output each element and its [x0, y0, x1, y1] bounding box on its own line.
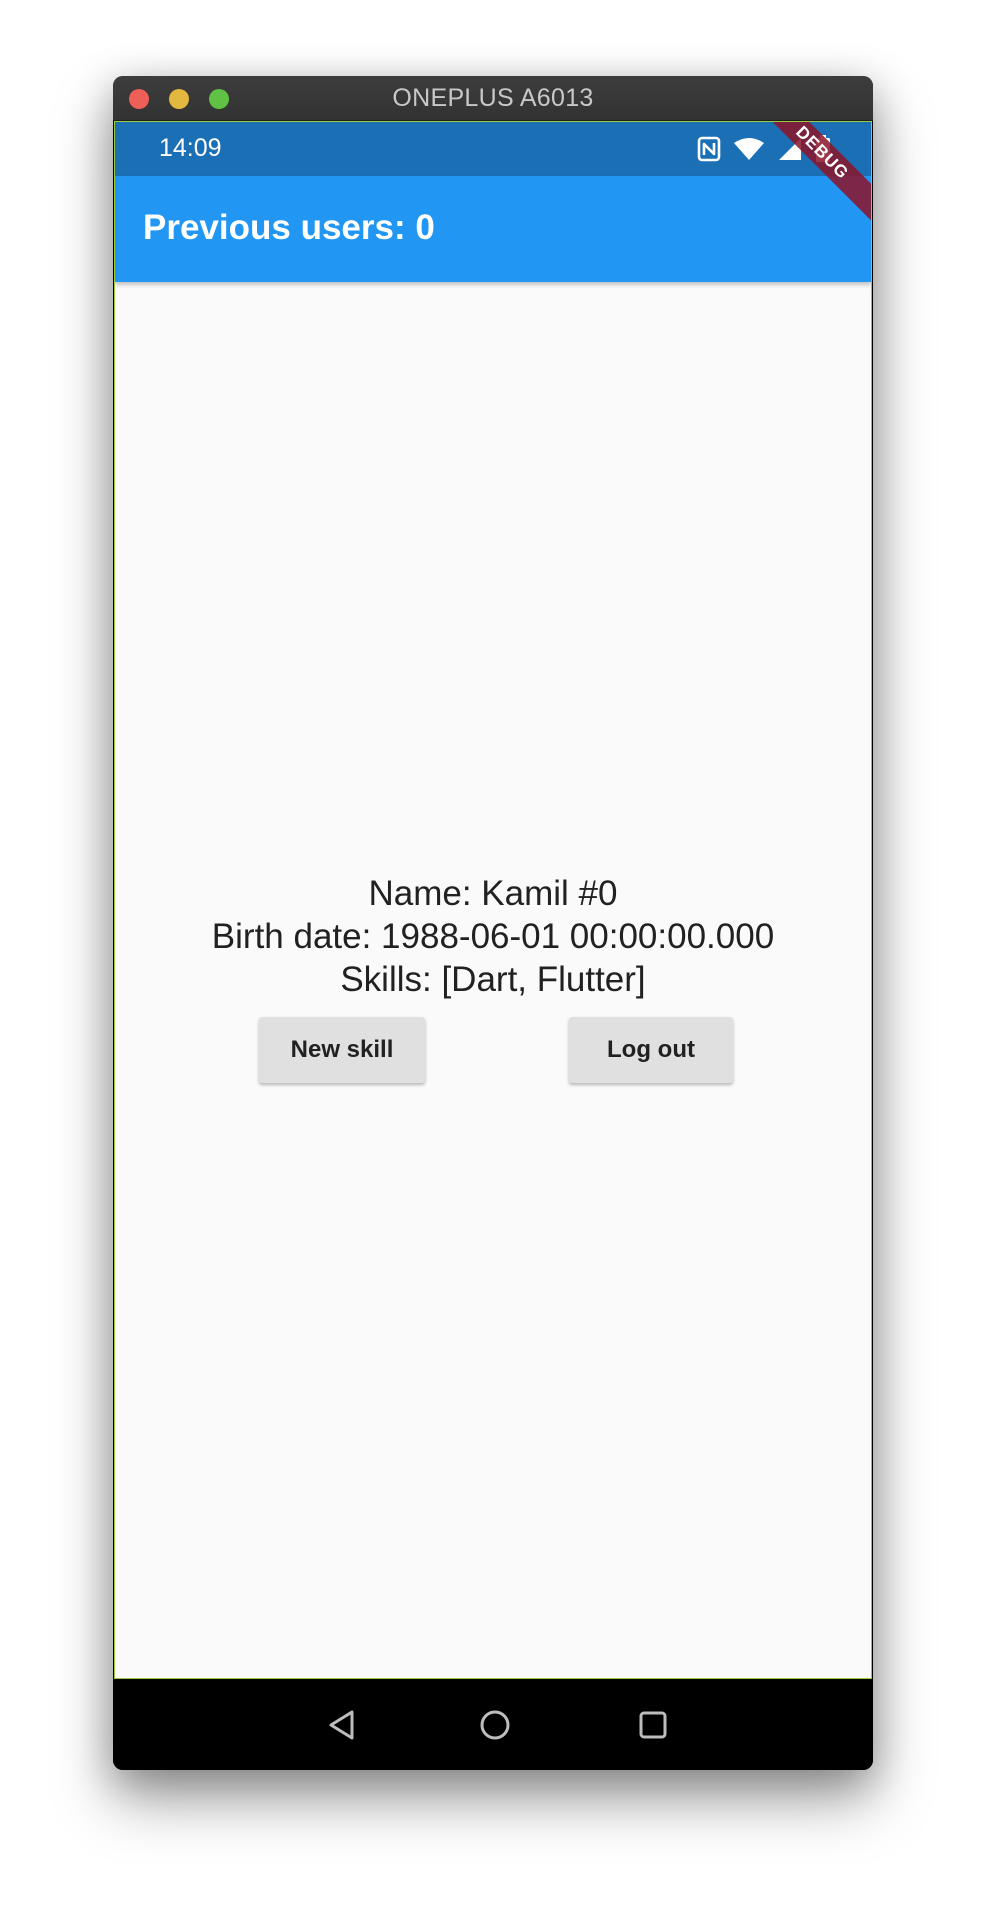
- user-info: Name: Kamil #0 Birth date: 1988-06-01 00…: [115, 872, 871, 1001]
- close-window-button[interactable]: [129, 89, 149, 109]
- recents-icon[interactable]: [635, 1707, 671, 1743]
- navigation-bar: [113, 1679, 873, 1770]
- home-icon[interactable]: [477, 1707, 513, 1743]
- emulator-window: ONEPLUS A6013 14:09 Previous users: 0 DE…: [113, 76, 873, 1770]
- back-icon[interactable]: [325, 1707, 361, 1743]
- user-birth-date: Birth date: 1988-06-01 00:00:00.000: [211, 917, 775, 956]
- user-name: Name: Kamil #0: [368, 874, 618, 913]
- status-bar: 14:09: [115, 122, 871, 176]
- wifi-icon: [733, 137, 765, 161]
- user-skills: Skills: [Dart, Flutter]: [340, 960, 646, 999]
- nfc-icon: [697, 136, 721, 162]
- main-content: Name: Kamil #0 Birth date: 1988-06-01 00…: [115, 282, 871, 1678]
- window-title: ONEPLUS A6013: [392, 83, 594, 112]
- window-titlebar[interactable]: ONEPLUS A6013: [113, 76, 873, 121]
- app-bar: Previous users: 0: [115, 176, 871, 282]
- page-title: Previous users: 0: [143, 208, 435, 247]
- minimize-window-button[interactable]: [169, 89, 189, 109]
- status-time: 14:09: [159, 134, 222, 162]
- desktop: ONEPLUS A6013 14:09 Previous users: 0 DE…: [0, 0, 986, 1918]
- log-out-button[interactable]: Log out: [569, 1017, 733, 1083]
- maximize-window-button[interactable]: [209, 89, 229, 109]
- device-screen: 14:09 Previous users: 0 DEBUG Name: Kami…: [114, 121, 872, 1679]
- new-skill-button[interactable]: New skill: [259, 1017, 425, 1083]
